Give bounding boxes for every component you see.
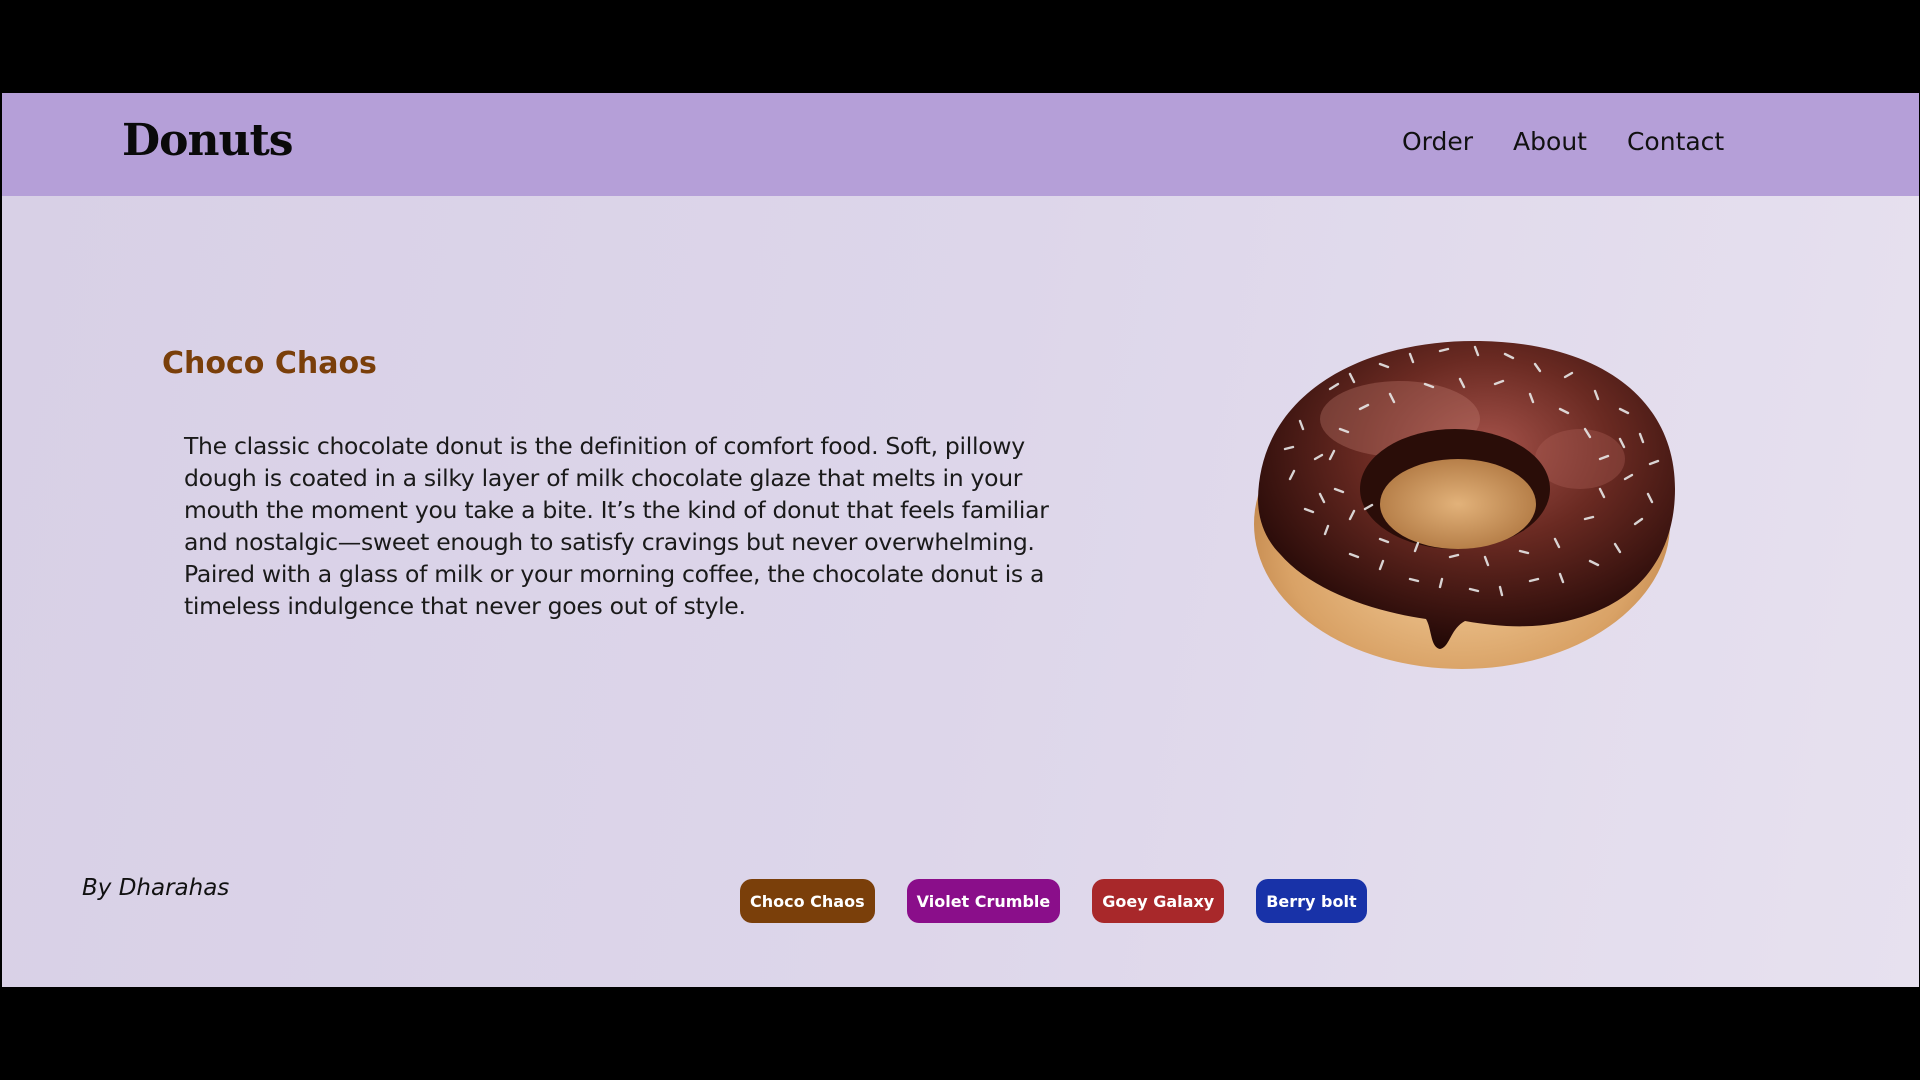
donut-icon — [1254, 340, 1675, 669]
chocolate-donut-image — [1250, 329, 1690, 679]
flavor-button-goey-galaxy[interactable]: Goey Galaxy — [1092, 879, 1225, 923]
nav-item-order[interactable]: Order — [1402, 127, 1473, 156]
logo[interactable]: Donuts — [122, 115, 294, 166]
author-credit: By Dharahas — [82, 875, 230, 901]
product-description: The classic chocolate donut is the defin… — [184, 432, 1049, 620]
page-frame: Donuts Order About Contact Choco Chaos T… — [2, 93, 1919, 987]
letterbox-bottom — [0, 987, 1920, 1080]
nav-item-contact[interactable]: Contact — [1627, 127, 1724, 156]
flavor-button-berry-bolt[interactable]: Berry bolt — [1256, 879, 1367, 923]
nav-item-about[interactable]: About — [1513, 127, 1587, 156]
flavor-button-violet-crumble[interactable]: Violet Crumble — [906, 879, 1061, 923]
flavor-selector: Choco Chaos Violet Crumble Goey Galaxy B… — [740, 879, 1367, 923]
letterbox-top — [0, 0, 1920, 93]
product-title: Choco Chaos — [162, 346, 377, 381]
flavor-button-choco-chaos[interactable]: Choco Chaos — [740, 879, 875, 923]
navbar: Donuts Order About Contact — [2, 93, 1919, 196]
nav-links: Order About Contact — [1402, 127, 1724, 156]
